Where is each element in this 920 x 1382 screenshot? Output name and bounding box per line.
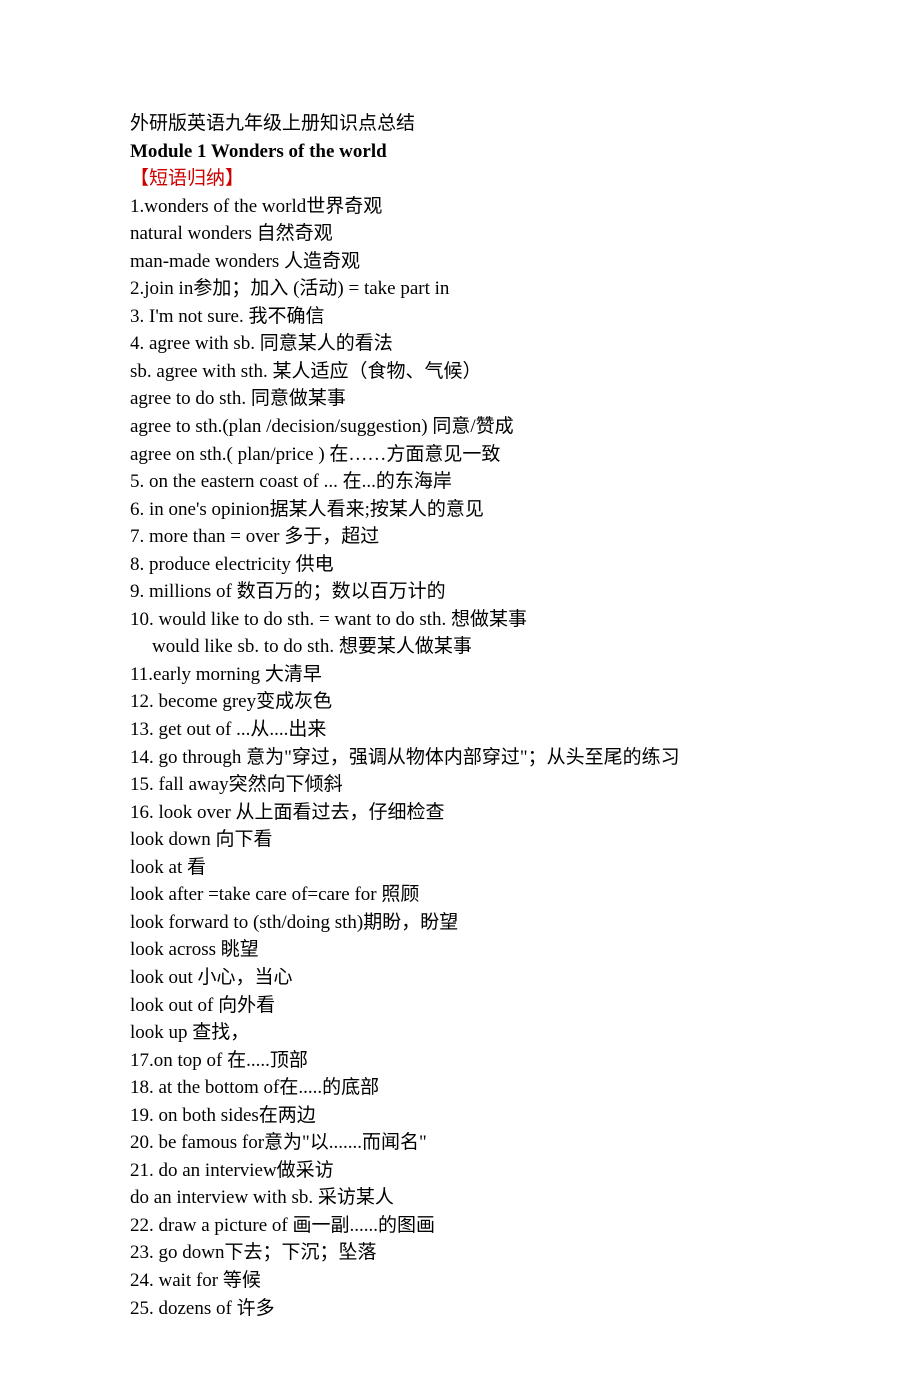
phrase-item: 4. agree with sb. 同意某人的看法 [130, 330, 790, 358]
phrase-item: look after =take care of=care for 照顾 [130, 881, 790, 909]
phrase-item: 9. millions of 数百万的；数以百万计的 [130, 578, 790, 606]
module-heading: Module 1 Wonders of the world [130, 138, 790, 166]
phrase-item: do an interview with sb. 采访某人 [130, 1184, 790, 1212]
phrase-item: 6. in one's opinion据某人看来;按某人的意见 [130, 496, 790, 524]
phrase-item: 12. become grey变成灰色 [130, 688, 790, 716]
phrase-item: look at 看 [130, 854, 790, 882]
phrase-item: 11.early morning 大清早 [130, 661, 790, 689]
phrase-item: 8. produce electricity 供电 [130, 551, 790, 579]
phrase-item-sub: would like sb. to do sth. 想要某人做某事 [130, 633, 790, 661]
phrase-item: 1.wonders of the world世界奇观 [130, 193, 790, 221]
phrase-item: 18. at the bottom of在.....的底部 [130, 1074, 790, 1102]
phrase-item: agree to do sth. 同意做某事 [130, 385, 790, 413]
phrase-item: 22. draw a picture of 画一副......的图画 [130, 1212, 790, 1240]
phrase-item: natural wonders 自然奇观 [130, 220, 790, 248]
phrase-item: 14. go through 意为"穿过，强调从物体内部穿过"；从头至尾的练习 [130, 744, 790, 772]
phrase-item: 17.on top of 在.....顶部 [130, 1047, 790, 1075]
phrase-item: 25. dozens of 许多 [130, 1295, 790, 1323]
section-label: 【短语归纳】 [130, 165, 790, 193]
phrase-item: 20. be famous for意为"以.......而闻名" [130, 1129, 790, 1157]
phrase-item: 15. fall away突然向下倾斜 [130, 771, 790, 799]
phrase-item: 7. more than = over 多于，超过 [130, 523, 790, 551]
phrase-item: sb. agree with sth. 某人适应（食物、气候） [130, 358, 790, 386]
phrase-item: agree to sth.(plan /decision/suggestion)… [130, 413, 790, 441]
document-title: 外研版英语九年级上册知识点总结 [130, 110, 790, 138]
phrase-item: 19. on both sides在两边 [130, 1102, 790, 1130]
phrase-item: man-made wonders 人造奇观 [130, 248, 790, 276]
phrase-item: 3. I'm not sure. 我不确信 [130, 303, 790, 331]
phrase-item: 23. go down下去；下沉；坠落 [130, 1239, 790, 1267]
phrase-item: look out 小心，当心 [130, 964, 790, 992]
document-page: 外研版英语九年级上册知识点总结 Module 1 Wonders of the … [0, 0, 920, 1382]
phrase-item: look forward to (sth/doing sth)期盼，盼望 [130, 909, 790, 937]
phrase-item: look out of 向外看 [130, 992, 790, 1020]
phrase-item: 5. on the eastern coast of ... 在...的东海岸 [130, 468, 790, 496]
phrase-item: look up 查找， [130, 1019, 790, 1047]
phrase-item: look across 眺望 [130, 936, 790, 964]
phrase-item: 16. look over 从上面看过去，仔细检查 [130, 799, 790, 827]
phrase-item: 2.join in参加；加入 (活动) = take part in [130, 275, 790, 303]
phrase-item: 10. would like to do sth. = want to do s… [130, 606, 790, 634]
phrase-item: agree on sth.( plan/price ) 在……方面意见一致 [130, 441, 790, 469]
phrase-item: 21. do an interview做采访 [130, 1157, 790, 1185]
phrase-item: 13. get out of ...从....出来 [130, 716, 790, 744]
phrase-item: look down 向下看 [130, 826, 790, 854]
phrase-item: 24. wait for 等候 [130, 1267, 790, 1295]
